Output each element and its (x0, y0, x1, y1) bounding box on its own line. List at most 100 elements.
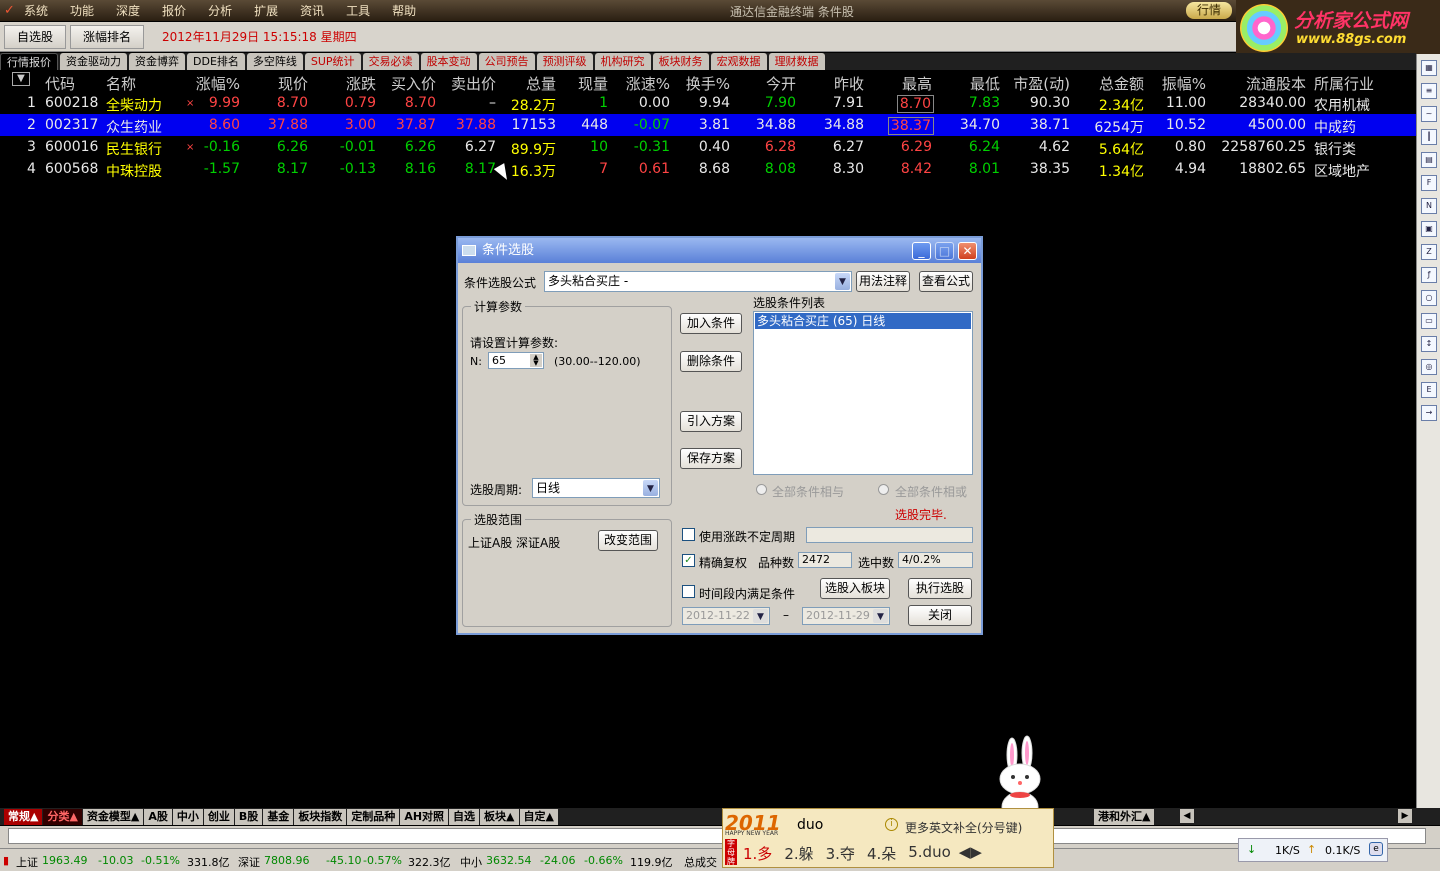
view-formula-button[interactable]: 查看公式 (919, 271, 973, 292)
menu-function[interactable]: 功能 (70, 2, 94, 19)
col-amount[interactable]: 总金额 (1099, 73, 1144, 94)
col-ask[interactable]: 卖出价 (451, 73, 496, 94)
menu-analysis[interactable]: 分析 (208, 2, 232, 19)
table-row-selected[interactable]: 2 002317 众生药业 8.60 37.88 3.00 37.87 37.8… (0, 114, 1416, 136)
formula-select[interactable]: 多头粘合买庄 - ▼ (544, 271, 852, 292)
spinner-icon[interactable]: ▲ ▼ (530, 354, 542, 367)
news-icon[interactable]: N (1421, 198, 1437, 214)
scroll-right-icon[interactable]: ▶ (1398, 809, 1412, 823)
report-icon[interactable]: ▤ (1421, 152, 1437, 168)
chevron-down-icon[interactable]: ▼ (835, 273, 850, 290)
col-name[interactable]: 名称 (106, 73, 136, 94)
menu-tools[interactable]: 工具 (346, 2, 370, 19)
folder-icon[interactable]: ▭ (1421, 313, 1437, 329)
delete-condition-button[interactable]: 删除条件 (680, 351, 742, 372)
search-icon[interactable]: ○ (1421, 290, 1437, 306)
btab-category[interactable]: 分类▲ (43, 808, 82, 825)
col-low[interactable]: 最低 (970, 73, 1000, 94)
add-to-block-button[interactable]: 选股入板块 (820, 578, 890, 599)
minimize-icon[interactable]: _ (912, 242, 931, 260)
chevron-down-icon[interactable]: ▼ (643, 480, 658, 496)
updown-icon[interactable]: ↕ (1421, 336, 1437, 352)
line-chart-icon[interactable]: ~ (1421, 106, 1437, 122)
scrollbar-track[interactable] (8, 828, 1426, 844)
sort-dropdown-icon[interactable]: ▼ (12, 72, 30, 86)
btab-ah-compare[interactable]: AH对照 (400, 808, 449, 825)
ime-input[interactable]: duo (797, 817, 823, 833)
menu-depth[interactable]: 深度 (116, 2, 140, 19)
list-icon[interactable]: ≡ (1421, 83, 1437, 99)
ime-candidate[interactable]: 3.夺 (826, 843, 855, 864)
btab-fund-model[interactable]: 资金模型▲ (82, 808, 144, 825)
menu-info[interactable]: 资讯 (300, 2, 324, 19)
watchlist-button[interactable]: 自选股 (4, 24, 67, 49)
gain-rank-button[interactable]: 涨幅排名 (70, 24, 145, 49)
btab-chinext[interactable]: 创业 (203, 808, 234, 825)
col-industry[interactable]: 所属行业 (1314, 73, 1374, 94)
btab-fund[interactable]: 基金 (263, 808, 294, 825)
unfixed-period-checkbox[interactable] (682, 528, 695, 541)
ime-candidate[interactable]: 2.躲 (784, 843, 813, 864)
tab-company-forecast[interactable]: 公司预告 (478, 53, 535, 70)
table-row[interactable]: 4 600568 中珠控股 -1.57 8.17 -0.13 8.16 8.17… (0, 158, 1416, 180)
col-cur-vol[interactable]: 现量 (578, 73, 608, 94)
etf-icon[interactable]: E (1421, 382, 1437, 398)
scroll-left-icon[interactable]: ◀ (1180, 809, 1194, 823)
btab-normal[interactable]: 常规▲ (4, 808, 43, 825)
add-condition-button[interactable]: 加入条件 (680, 313, 742, 334)
col-high[interactable]: 最高 (902, 73, 932, 94)
tab-dde-rank[interactable]: DDE排名 (187, 53, 245, 70)
exit-icon[interactable]: → (1421, 405, 1437, 421)
close-icon[interactable]: ✕ (958, 242, 977, 260)
tab-institution-research[interactable]: 机构研究 (594, 53, 651, 70)
formula-icon[interactable]: ƒ (1421, 267, 1437, 283)
tab-rating[interactable]: 预测评级 (536, 53, 593, 70)
kline-icon[interactable]: ┃ (1421, 129, 1437, 145)
menu-system[interactable]: 系统 (24, 2, 48, 19)
menu-help[interactable]: 帮助 (392, 2, 416, 19)
precise-adjust-checkbox[interactable]: ✓ (682, 554, 695, 567)
fiz-icon[interactable]: Z (1421, 244, 1437, 260)
tab-equity-change[interactable]: 股本变动 (420, 53, 477, 70)
col-float-cap[interactable]: 流通股本 (1246, 73, 1306, 94)
col-code[interactable]: 代码 (45, 73, 75, 94)
col-turnover[interactable]: 换手% (686, 73, 730, 94)
btab-sector[interactable]: 板块▲ (480, 808, 519, 825)
menu-extend[interactable]: 扩展 (254, 2, 278, 19)
btab-custom[interactable]: 自定▲ (519, 808, 558, 825)
calendar-icon[interactable]: ▣ (1421, 221, 1437, 237)
quote-button[interactable]: 行情 (1186, 2, 1232, 19)
col-bid[interactable]: 买入价 (391, 73, 436, 94)
tab-quotes[interactable]: 行情报价 (0, 53, 58, 70)
tab-fund-drive[interactable]: 资金驱动力 (60, 53, 127, 70)
period-select[interactable]: 日线 ▼ (532, 478, 660, 498)
col-open[interactable]: 今开 (766, 73, 796, 94)
list-item[interactable]: 多头粘合买庄 (65) 日线 (755, 313, 971, 329)
col-price[interactable]: 现价 (278, 73, 308, 94)
btab-sme[interactable]: 中小 (172, 808, 203, 825)
horizontal-scrollbar[interactable] (0, 826, 1440, 848)
target-icon[interactable]: ◎ (1421, 359, 1437, 375)
grid-icon[interactable]: ▦ (1421, 60, 1437, 76)
table-row[interactable]: 1 600218 全柴动力 × 9.99 8.70 0.79 8.70 – 28… (0, 92, 1416, 114)
period-condition-checkbox[interactable] (682, 585, 695, 598)
col-amplitude[interactable]: 振幅% (1162, 73, 1206, 94)
page-arrows-icon[interactable]: ◀▶ (959, 843, 982, 864)
tab-macro-data[interactable]: 宏观数据 (710, 53, 767, 70)
tab-fund-game[interactable]: 资金博弈 (129, 53, 185, 70)
btab-sector-index[interactable]: 板块指数 (294, 808, 347, 825)
col-chg[interactable]: 涨跌 (346, 73, 376, 94)
f10-icon[interactable]: F (1421, 175, 1437, 191)
col-vol[interactable]: 总量 (526, 73, 556, 94)
close-button[interactable]: 关闭 (908, 605, 972, 626)
tab-long-short[interactable]: 多空阵线 (246, 53, 303, 70)
import-scheme-button[interactable]: 引入方案 (680, 411, 742, 432)
tab-trade-must-read[interactable]: 交易必读 (362, 53, 419, 70)
btab-b-share[interactable]: B股 (234, 808, 263, 825)
execute-button[interactable]: 执行选股 (908, 578, 972, 599)
tab-sector-finance[interactable]: 板块财务 (652, 53, 709, 70)
btab-custom-variety[interactable]: 定制品种 (347, 808, 400, 825)
table-row[interactable]: 3 600016 民生银行 × -0.16 6.26 -0.01 6.26 6.… (0, 136, 1416, 158)
btab-hk-fx[interactable]: 港和外汇▲ (1094, 809, 1155, 825)
tab-wealth-data[interactable]: 理财数据 (768, 53, 825, 70)
